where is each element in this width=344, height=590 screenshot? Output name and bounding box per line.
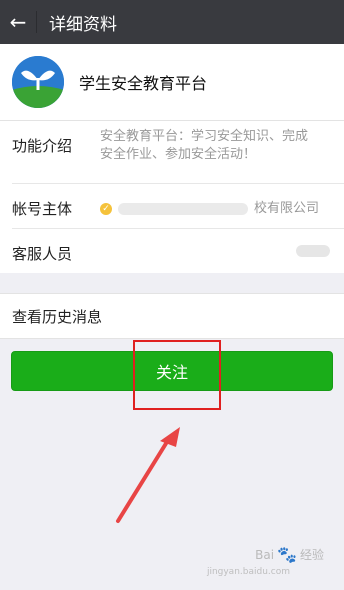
owner-value: ✓ 校有限公司 [100, 184, 330, 218]
service-label: 客服人员 [12, 245, 73, 263]
intro-value: 安全教育平台：学习安全知识、完成 安全作业、参加安全活动！ [100, 121, 330, 164]
top-bar: ← 详细资料 [0, 0, 344, 44]
owner-blur [118, 203, 248, 215]
intro-line-2: 安全作业、参加安全活动！ [100, 147, 257, 162]
account-profile: 学生安全教育平台 [0, 44, 344, 121]
watermark-brand: Bai [255, 547, 275, 562]
verified-icon: ✓ [100, 203, 112, 215]
owner-row[interactable]: 帐号主体 ✓ 校有限公司 [12, 184, 344, 229]
account-name: 学生安全教育平台 [79, 74, 208, 93]
owner-label: 帐号主体 [12, 200, 73, 218]
intro-row: 功能介绍 安全教育平台：学习安全知识、完成 安全作业、参加安全活动！ [12, 121, 344, 184]
service-blur [296, 245, 330, 257]
paw-icon: 🐾 [277, 545, 297, 564]
intro-line-1: 安全教育平台：学习安全知识、完成 [100, 129, 309, 144]
watermark-brand2: 经验 [299, 548, 324, 562]
view-history-item[interactable]: 查看历史消息 [0, 293, 344, 339]
owner-name: 校有限公司 [254, 201, 320, 216]
arrow-left-icon[interactable]: ← [0, 0, 36, 44]
intro-label: 功能介绍 [12, 137, 73, 155]
account-info: 功能介绍 安全教育平台：学习安全知识、完成 安全作业、参加安全活动！ 帐号主体 … [0, 121, 344, 273]
title-divider [36, 11, 37, 33]
watermark: Bai 🐾 经验 [255, 545, 324, 564]
page-title: 详细资料 [49, 14, 117, 35]
service-value [100, 229, 330, 263]
annotation-highlight-box [133, 340, 221, 410]
sprout-logo-icon [12, 56, 64, 108]
service-row[interactable]: 客服人员 [12, 229, 344, 273]
annotation-arrow-icon [116, 427, 180, 523]
watermark-url: jingyan.baidu.com [206, 567, 290, 577]
